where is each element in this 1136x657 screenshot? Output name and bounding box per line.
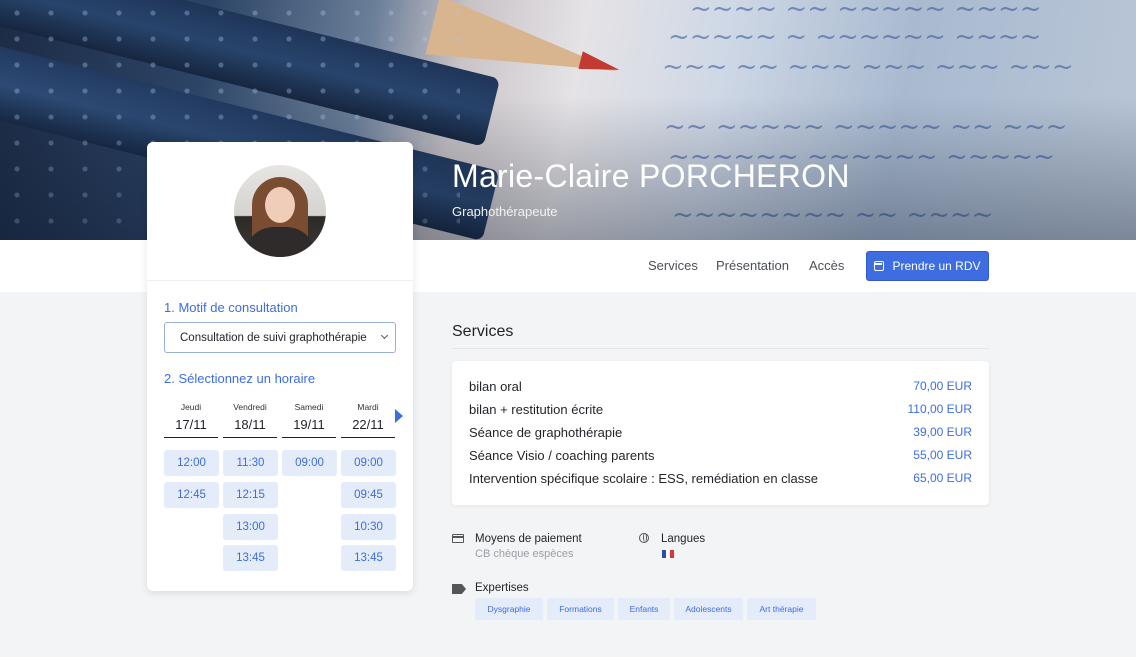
time-slot[interactable]: 12:00 [164, 450, 219, 476]
time-slot[interactable]: 13:00 [223, 514, 278, 540]
service-name: Séance Visio / coaching parents [469, 447, 655, 463]
motif-select[interactable]: Consultation de suivi graphothérapie [164, 322, 396, 353]
time-slot[interactable]: 13:45 [341, 545, 396, 571]
day-column-header: Vendredi 18/11 [223, 402, 277, 438]
expertise-tag[interactable]: Adolescents [674, 598, 743, 620]
time-slot[interactable]: 11:30 [223, 450, 278, 476]
service-price: 39,00 EUR [913, 425, 972, 439]
credit-card-icon [452, 534, 464, 543]
step-motif-label: 1. Motif de consultation [164, 300, 298, 315]
motif-select-value: Consultation de suivi graphothérapie [180, 331, 367, 344]
time-slot[interactable]: 13:45 [223, 545, 278, 571]
time-slot[interactable]: 09:45 [341, 482, 396, 508]
expertise-tag[interactable]: Enfants [618, 598, 670, 620]
payment-label: Moyens de paiement [475, 533, 582, 545]
time-slot[interactable]: 12:45 [164, 482, 219, 508]
payment-value: CB chèque espèces [475, 548, 574, 560]
expertise-tag[interactable]: Dysgraphie [475, 598, 543, 620]
calendar-icon [874, 261, 885, 271]
tag-icon [452, 584, 466, 594]
day-date: 18/11 [234, 417, 266, 432]
divider [452, 348, 989, 349]
time-slot[interactable]: 12:15 [223, 482, 278, 508]
next-days-arrow-icon[interactable] [395, 409, 403, 423]
divider [147, 280, 413, 281]
time-slot[interactable]: 09:00 [282, 450, 337, 476]
services-list: bilan oral 70,00 EUR bilan + restitution… [452, 361, 989, 505]
service-name: bilan + restitution écrite [469, 401, 604, 417]
nav-link-acces[interactable]: Accès [809, 258, 844, 273]
languages-label: Langues [661, 533, 706, 545]
nav-link-services[interactable]: Services [648, 258, 698, 273]
time-slot[interactable]: 09:00 [341, 450, 396, 476]
service-row: bilan + restitution écrite 110,00 EUR [469, 399, 972, 419]
day-name: Mardi [357, 402, 379, 412]
service-name: bilan oral [469, 378, 522, 394]
day-date: 17/11 [175, 417, 207, 432]
day-date: 19/11 [293, 417, 325, 432]
service-name: Séance de graphothérapie [469, 424, 623, 440]
expertise-label: Expertises [475, 582, 529, 594]
avatar [234, 165, 326, 257]
chevron-down-icon [380, 331, 389, 340]
service-price: 110,00 EUR [907, 402, 972, 416]
globe-icon [639, 533, 649, 543]
service-price: 65,00 EUR [913, 471, 972, 485]
french-flag-icon [662, 550, 674, 558]
nav-link-presentation[interactable]: Présentation [716, 258, 789, 273]
service-name: Intervention spécifique scolaire : ESS, … [469, 470, 819, 486]
service-price: 70,00 EUR [913, 379, 972, 393]
services-title: Services [452, 323, 514, 340]
day-name: Vendredi [233, 402, 267, 412]
service-price: 55,00 EUR [913, 448, 972, 462]
day-name: Jeudi [180, 402, 202, 412]
day-column-header: Mardi 22/11 [341, 402, 395, 438]
step-horaire-label: 2. Sélectionnez un horaire [164, 371, 316, 386]
service-row: Séance de graphothérapie 39,00 EUR [469, 422, 972, 442]
day-column-header: Jeudi 17/11 [164, 402, 218, 438]
day-date: 22/11 [352, 417, 384, 432]
time-slot[interactable]: 10:30 [341, 514, 396, 540]
expertise-tag[interactable]: Art thérapie [747, 598, 816, 620]
service-row: Intervention spécifique scolaire : ESS, … [469, 468, 972, 488]
expertise-tag[interactable]: Formations [547, 598, 614, 620]
book-appointment-label: Prendre un RDV [892, 259, 981, 273]
day-name: Samedi [294, 402, 324, 412]
service-row: bilan oral 70,00 EUR [469, 376, 972, 396]
booking-card: 1. Motif de consultation Consultation de… [147, 142, 413, 591]
practitioner-role: Graphothérapeute [452, 204, 558, 219]
day-column-header: Samedi 19/11 [282, 402, 336, 438]
practitioner-name: Marie-Claire PORCHERON [452, 158, 850, 194]
service-row: Séance Visio / coaching parents 55,00 EU… [469, 445, 972, 465]
book-appointment-button[interactable]: Prendre un RDV [866, 251, 989, 281]
